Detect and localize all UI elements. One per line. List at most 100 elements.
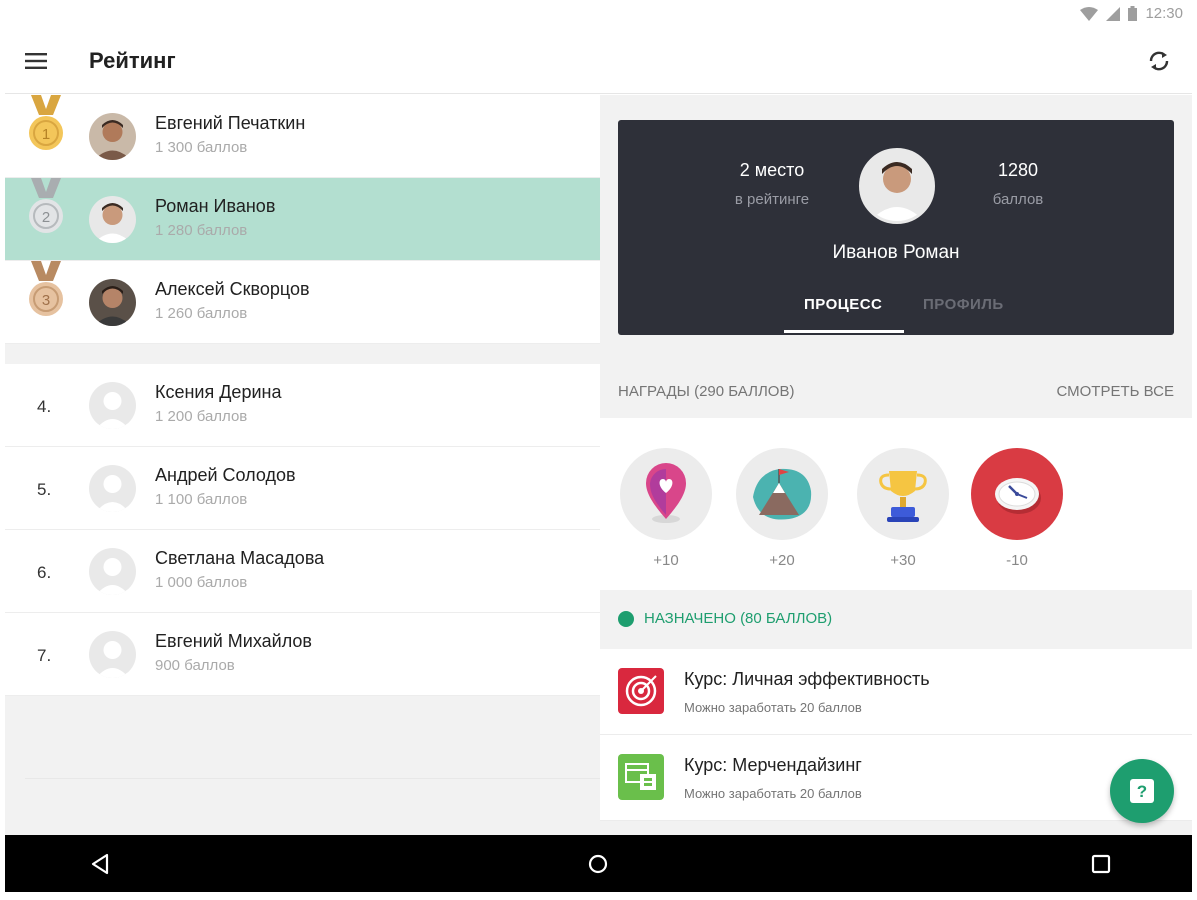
user-score: 1 200 баллов bbox=[155, 408, 248, 425]
avatar-placeholder-icon bbox=[89, 548, 136, 595]
merch-icon bbox=[618, 754, 664, 800]
status-time: 12:30 bbox=[1145, 5, 1183, 22]
signal-icon bbox=[1106, 6, 1121, 21]
medal-place: 2 bbox=[42, 209, 50, 226]
rank-caption: в рейтинге bbox=[734, 191, 810, 208]
status-dot-icon bbox=[618, 610, 634, 627]
place-number: 7. bbox=[37, 646, 52, 665]
silver-medal-icon: 2 bbox=[29, 178, 63, 233]
help-glyph: ? bbox=[1137, 782, 1147, 801]
user-name: Роман Иванов bbox=[155, 196, 276, 216]
user-score: 1 000 баллов bbox=[155, 574, 248, 591]
refresh-icon bbox=[1149, 51, 1169, 71]
profile-card: 2 место в рейтинге 1280 баллов Иванов Ро… bbox=[618, 120, 1174, 335]
profile-avatar bbox=[859, 148, 935, 224]
award-points: -10 bbox=[1006, 552, 1028, 569]
menu-button[interactable] bbox=[21, 46, 51, 76]
user-score: 1 260 баллов bbox=[155, 305, 248, 322]
course-subtitle: Можно заработать 20 баллов bbox=[684, 786, 862, 801]
user-name: Светлана Масадова bbox=[155, 548, 325, 568]
user-name: Андрей Солодов bbox=[155, 465, 296, 485]
mountain-flag-icon bbox=[753, 468, 812, 520]
target-icon bbox=[618, 668, 664, 714]
top-three-list: 1 Евгений Печаткин 1 300 баллов 2 Роман … bbox=[5, 95, 600, 344]
nav-recents-button[interactable] bbox=[1086, 849, 1116, 879]
active-tab-indicator bbox=[784, 330, 904, 333]
award-item[interactable]: +30 bbox=[857, 448, 949, 569]
user-score: 1 300 баллов bbox=[155, 139, 248, 156]
points-stat: 1280 баллов bbox=[948, 160, 1088, 208]
course-item[interactable]: Курс: Личная эффективность Можно заработ… bbox=[600, 649, 1192, 735]
award-points: +10 bbox=[653, 552, 679, 569]
avatar-placeholder-icon bbox=[89, 465, 136, 512]
avatar bbox=[89, 279, 136, 326]
see-all-link[interactable]: СМОТРЕТЬ ВСЕ bbox=[1056, 383, 1174, 400]
medal-place: 3 bbox=[42, 292, 50, 309]
rank-stat: 2 место в рейтинге bbox=[702, 160, 842, 208]
tab-profile[interactable]: ПРОФИЛЬ bbox=[923, 296, 1004, 313]
system-nav-bar bbox=[5, 835, 1192, 892]
leaderboard-row-6[interactable]: 6. Светлана Масадова 1 000 баллов bbox=[5, 530, 600, 613]
course-subtitle: Можно заработать 20 баллов bbox=[684, 700, 862, 715]
place-number: 4. bbox=[37, 397, 52, 416]
leaderboard-row-3[interactable]: 3 Алексей Скворцов 1 260 баллов bbox=[5, 261, 600, 344]
leaderboard-row-4[interactable]: 4. Ксения Дерина 1 200 баллов bbox=[5, 364, 600, 447]
wifi-icon bbox=[1080, 6, 1099, 21]
rank-value: 2 место bbox=[739, 160, 805, 180]
assigned-header: НАЗНАЧЕНО (80 БАЛЛОВ) bbox=[618, 610, 832, 627]
awards-strip: +10 +20 +30 -10 bbox=[600, 418, 1192, 590]
trophy-icon bbox=[879, 471, 927, 522]
user-name: Алексей Скворцов bbox=[155, 279, 310, 299]
avatar-placeholder-icon bbox=[89, 631, 136, 678]
profile-name: Иванов Роман bbox=[832, 242, 960, 263]
user-score: 900 баллов bbox=[155, 657, 235, 674]
award-item[interactable]: -10 bbox=[971, 448, 1063, 569]
page-title: Рейтинг bbox=[89, 48, 176, 73]
tab-process[interactable]: ПРОЦЕСС bbox=[804, 296, 882, 313]
divider bbox=[25, 778, 600, 779]
leaderboard-row-2[interactable]: 2 Роман Иванов 1 280 баллов bbox=[5, 178, 600, 261]
nav-home-button[interactable] bbox=[583, 849, 613, 879]
course-title: Курс: Личная эффективность bbox=[684, 669, 930, 689]
refresh-button[interactable] bbox=[1144, 46, 1174, 76]
user-score: 1 280 баллов bbox=[155, 222, 248, 239]
award-item[interactable]: +20 bbox=[736, 448, 828, 569]
points-caption: баллов bbox=[992, 191, 1044, 208]
nav-back-button[interactable] bbox=[85, 849, 115, 879]
status-bar: 12:30 bbox=[0, 0, 1197, 28]
clock-icon bbox=[995, 478, 1041, 514]
award-points: +20 bbox=[769, 552, 795, 569]
help-icon: ? bbox=[1130, 779, 1154, 803]
user-name: Ксения Дерина bbox=[155, 382, 282, 402]
leaderboard-row-1[interactable]: 1 Евгений Печаткин 1 300 баллов bbox=[5, 95, 600, 178]
menu-icon bbox=[25, 53, 47, 69]
status-icons: 12:30 bbox=[1080, 5, 1183, 22]
place-number: 5. bbox=[37, 480, 52, 499]
award-item[interactable]: +10 bbox=[620, 448, 712, 569]
avatar bbox=[89, 113, 136, 160]
list-divider bbox=[5, 344, 600, 364]
profile-pane: 2 место в рейтинге 1280 баллов Иванов Ро… bbox=[600, 95, 1192, 835]
home-circle-icon bbox=[588, 854, 608, 874]
bronze-medal-icon: 3 bbox=[29, 261, 63, 316]
heart-pin-icon bbox=[646, 463, 686, 523]
user-name: Евгений Печаткин bbox=[155, 113, 306, 133]
user-score: 1 100 баллов bbox=[155, 491, 248, 508]
award-points: +30 bbox=[890, 552, 916, 569]
leaderboard-row-7[interactable]: 7. Евгений Михайлов 900 баллов bbox=[5, 613, 600, 696]
place-number: 6. bbox=[37, 563, 52, 582]
user-name: Евгений Михайлов bbox=[155, 631, 312, 651]
gold-medal-icon: 1 bbox=[29, 95, 63, 150]
medal-place: 1 bbox=[42, 126, 50, 143]
back-triangle-icon bbox=[91, 853, 109, 875]
leaderboard-row-5[interactable]: 5. Андрей Солодов 1 100 баллов bbox=[5, 447, 600, 530]
course-title: Курс: Мерчендайзинг bbox=[684, 755, 862, 775]
course-item[interactable]: Курс: Мерчендайзинг Можно заработать 20 … bbox=[600, 735, 1192, 821]
awards-header: НАГРАДЫ (290 БАЛЛОВ) bbox=[618, 383, 795, 400]
battery-icon bbox=[1128, 6, 1138, 21]
rest-list: 4. Ксения Дерина 1 200 баллов 5. Андрей … bbox=[5, 364, 600, 696]
avatar-placeholder-icon bbox=[89, 382, 136, 429]
leaderboard-pane: 1 Евгений Печаткин 1 300 баллов 2 Роман … bbox=[5, 95, 600, 835]
recents-square-icon bbox=[1091, 854, 1111, 874]
help-button[interactable]: ? bbox=[1110, 759, 1174, 823]
